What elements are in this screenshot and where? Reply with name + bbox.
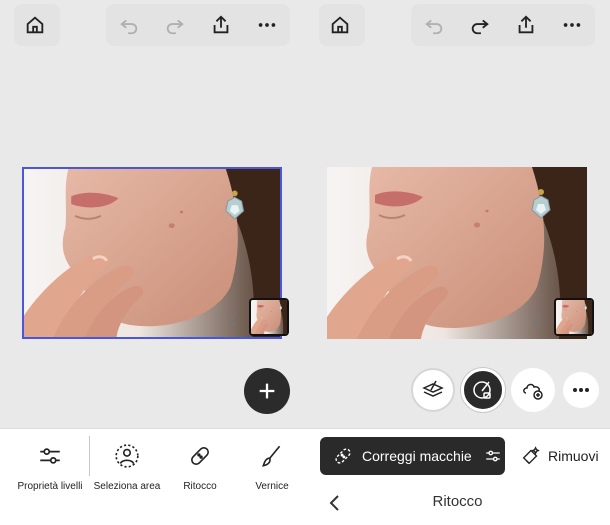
canvas-photo-selected[interactable]: [22, 167, 282, 339]
retouch-back-bar: Ritocco: [305, 485, 610, 525]
undo-icon: [425, 19, 443, 35]
remove-label: Rimuovi: [548, 448, 599, 464]
layers-icon: [422, 380, 444, 397]
more-button[interactable]: [246, 4, 288, 46]
layer-thumbnail[interactable]: [554, 298, 594, 336]
spot-heal-icon: [335, 448, 351, 464]
home-button[interactable]: [14, 4, 56, 46]
home-pill: [14, 4, 60, 46]
redo-icon: [166, 19, 184, 35]
tool-label: Proprietà livelli: [17, 481, 83, 492]
add-button[interactable]: [244, 368, 290, 414]
sliders-icon: [40, 448, 60, 464]
chevron-left-icon[interactable]: ‹: [228, 305, 240, 333]
home-icon: [26, 16, 44, 34]
retouch-title: Ritocco: [432, 493, 483, 510]
add-cloud-icon: [523, 383, 543, 400]
more-icon: [573, 388, 589, 392]
undo-button[interactable]: [413, 4, 455, 46]
tool-select-area[interactable]: Seleziona area: [89, 429, 165, 525]
home-icon: [331, 16, 349, 34]
sliders-icon[interactable]: [484, 447, 502, 465]
brush-icon: [262, 445, 281, 467]
edit-actions-pill: [411, 4, 595, 46]
redo-button[interactable]: [154, 4, 196, 46]
home-button[interactable]: [319, 4, 361, 46]
share-button[interactable]: [200, 4, 242, 46]
edit-actions-pill: [106, 4, 290, 46]
redo-icon: [471, 19, 489, 35]
more-button[interactable]: [551, 4, 593, 46]
bandage-icon: [191, 447, 209, 465]
share-button[interactable]: [505, 4, 547, 46]
share-icon: [518, 15, 534, 34]
layers-button[interactable]: [411, 368, 455, 412]
tool-label: Vernice: [255, 481, 289, 492]
plus-icon: [259, 383, 275, 399]
more-icon: [258, 23, 276, 27]
tool-layer-properties[interactable]: Proprietà livelli: [12, 429, 88, 525]
tool-label: Seleziona area: [93, 481, 161, 492]
portrait-photo: [327, 167, 587, 339]
undo-icon: [120, 19, 138, 35]
tool-label: Ritocco: [183, 481, 217, 492]
spot-heal-chip[interactable]: Correggi macchie: [320, 437, 505, 475]
spot-heal-label: Correggi macchie: [362, 448, 472, 464]
share-icon: [213, 15, 229, 34]
undo-button[interactable]: [108, 4, 150, 46]
tool-paint[interactable]: Vernice: [234, 429, 310, 525]
redo-button[interactable]: [459, 4, 501, 46]
home-pill: [319, 4, 365, 46]
remove-chip[interactable]: Rimuovi: [520, 437, 599, 475]
left-bottom-toolbar: Proprietà livelli Seleziona area Ritocco…: [0, 428, 305, 525]
remove-icon: [522, 446, 540, 465]
tool-retouch[interactable]: Ritocco: [162, 429, 238, 525]
toolbar-divider: [89, 436, 90, 476]
right-bottom-toolbar: Correggi macchie Rimuovi Ritocco: [305, 428, 610, 525]
canvas-photo[interactable]: [327, 167, 587, 339]
more-icon: [563, 23, 581, 27]
select-subject-icon: [115, 444, 139, 468]
thumbnail-photo: [251, 300, 287, 334]
thumbnail-photo: [556, 300, 592, 334]
chevron-left-icon[interactable]: ‹: [533, 305, 545, 333]
healing-brush-icon: [473, 381, 491, 399]
healing-brush-button[interactable]: [461, 368, 505, 412]
layer-thumbnail[interactable]: [249, 298, 289, 336]
more-tools-button[interactable]: [563, 372, 599, 408]
add-cloud-button[interactable]: [511, 368, 555, 412]
portrait-photo: [24, 169, 280, 337]
